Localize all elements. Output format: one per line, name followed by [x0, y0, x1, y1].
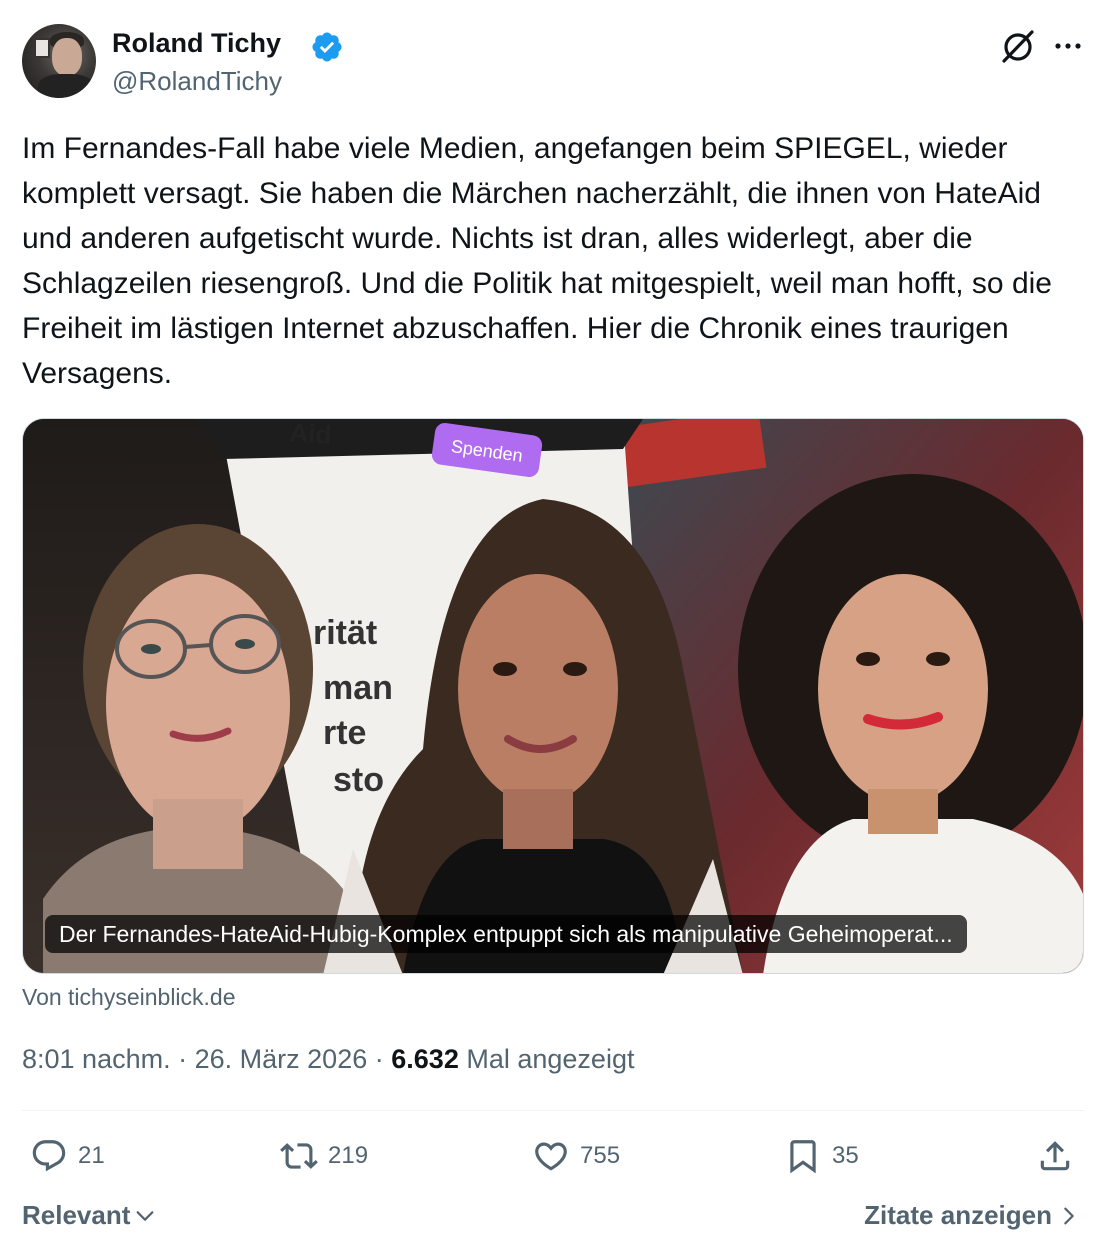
author-avatar[interactable]	[22, 24, 96, 98]
meta-separator: ·	[374, 1044, 384, 1074]
retweet-icon	[280, 1143, 318, 1169]
meta-separator: ·	[178, 1044, 188, 1074]
card-source[interactable]: Von tichyseinblick.de	[22, 984, 236, 1011]
more-options-icon[interactable]	[1050, 28, 1086, 64]
share-button[interactable]	[1036, 1136, 1074, 1176]
tweet-meta: 8:01 nachm. · 26. März 2026 · 6.632 Mal …	[22, 1044, 634, 1075]
reply-button[interactable]: 21	[30, 1136, 105, 1176]
like-button[interactable]: 755	[532, 1136, 620, 1176]
verified-badge-icon	[312, 32, 342, 62]
card-image-fragment: rität	[313, 614, 377, 652]
sort-label: Relevant	[22, 1200, 131, 1230]
card-image: Aid Spenden rität man rte sto	[23, 419, 1083, 973]
share-icon	[1040, 1141, 1070, 1171]
tweet-header: Roland Tichy @RolandTichy	[22, 24, 1082, 100]
bookmark-icon	[790, 1140, 816, 1174]
bookmark-count: 35	[832, 1142, 859, 1169]
tweet-text: Im Fernandes-Fall habe viele Medien, ang…	[22, 132, 1052, 390]
heart-icon	[535, 1142, 567, 1171]
views-count: 6.632	[391, 1044, 459, 1074]
card-image-fragment: man	[323, 669, 393, 707]
card-image-word: Aid	[289, 419, 333, 450]
sort-dropdown[interactable]: Relevant	[22, 1200, 156, 1231]
card-caption: Der Fernandes-HateAid-Hubig-Komplex entp…	[45, 915, 967, 953]
avatar-frame	[34, 38, 50, 58]
retweet-count: 219	[328, 1142, 369, 1169]
views-label: Mal angezeigt	[466, 1044, 635, 1074]
quotes-label: Zitate anzeigen	[864, 1200, 1052, 1230]
divider	[22, 1110, 1084, 1111]
retweet-button[interactable]: 219	[280, 1136, 368, 1176]
like-count: 755	[580, 1142, 621, 1169]
grok-icon[interactable]	[998, 26, 1038, 66]
card-image-fragment: rte	[323, 714, 366, 752]
person-right	[738, 474, 1083, 973]
card-image-fragment: sto	[333, 761, 384, 799]
chevron-down-icon	[136, 1210, 154, 1221]
tweet-time[interactable]: 8:01 nachm.	[22, 1044, 171, 1074]
view-quotes-link[interactable]: Zitate anzeigen	[864, 1200, 1080, 1231]
author-handle[interactable]: @RolandTichy	[112, 66, 282, 97]
reply-count: 21	[78, 1142, 105, 1169]
reply-icon	[32, 1140, 66, 1172]
author-name[interactable]: Roland Tichy	[112, 28, 281, 59]
chevron-right-icon	[1064, 1207, 1074, 1224]
link-card[interactable]: Aid Spenden rität man rte sto Der Fernan…	[22, 418, 1084, 974]
tweet-date[interactable]: 26. März 2026	[195, 1044, 368, 1074]
bookmark-button[interactable]: 35	[784, 1136, 859, 1176]
